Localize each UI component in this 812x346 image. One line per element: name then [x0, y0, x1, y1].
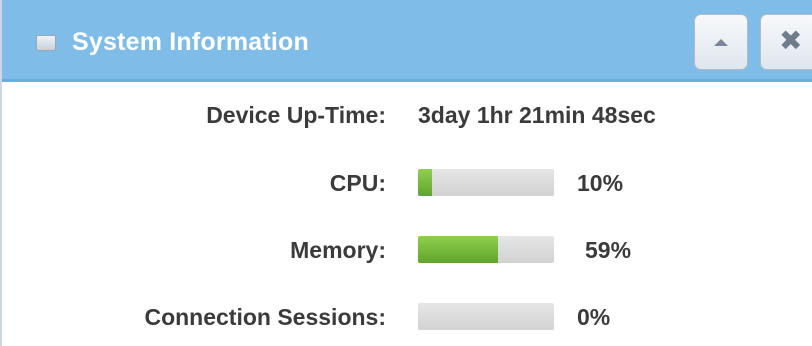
memory-usage-bar [418, 236, 554, 263]
cpu-value: 10% [577, 170, 624, 196]
panel-header: System Information ✖ [2, 0, 812, 82]
cpu-usage-bar [418, 169, 554, 196]
connection-sessions-value: 0% [577, 304, 611, 330]
collapse-button[interactable] [694, 14, 748, 70]
uptime-label: Device Up-Time: [206, 102, 386, 128]
connection-sessions-bar [418, 303, 554, 330]
chevron-up-icon [714, 39, 728, 46]
uptime-value: 3day 1hr 21min 48sec [418, 102, 656, 128]
memory-label: Memory: [290, 237, 386, 263]
memory-usage-bar-fill [418, 236, 499, 263]
panel-title: System Information [72, 28, 309, 56]
panel-icon [36, 35, 56, 51]
close-button[interactable]: ✖ [760, 14, 812, 70]
cpu-usage-bar-fill [418, 169, 432, 196]
memory-value: 59% [585, 237, 632, 263]
close-icon: ✖ [779, 25, 803, 56]
cpu-label: CPU: [329, 170, 386, 196]
connection-sessions-label: Connection Sessions: [144, 304, 386, 330]
system-information-panel: System Information ✖ Device Up-Time: 3da… [0, 0, 812, 346]
